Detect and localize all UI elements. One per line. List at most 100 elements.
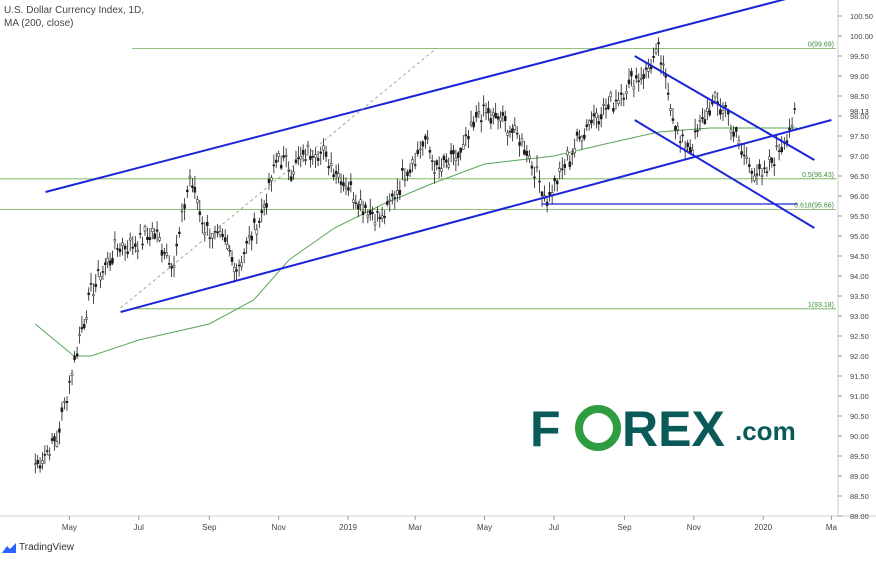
candle-body xyxy=(501,112,505,116)
candle-body xyxy=(561,168,564,171)
candle-body xyxy=(753,175,756,182)
candle-body xyxy=(398,190,402,195)
candle-body xyxy=(475,112,478,118)
candle-body xyxy=(578,136,581,139)
candle-body xyxy=(108,260,112,266)
candle-body xyxy=(82,323,86,329)
current-price-label: 98.13 xyxy=(850,107,869,116)
candle-body xyxy=(442,155,446,161)
candle-body xyxy=(780,147,783,152)
candle-body xyxy=(788,127,791,131)
candle-body xyxy=(196,199,199,204)
candle-body xyxy=(748,164,751,167)
candle-body xyxy=(218,231,222,236)
candle-body xyxy=(48,454,51,456)
candle-body xyxy=(106,257,109,263)
candle-body xyxy=(614,99,618,102)
candle-body xyxy=(53,436,56,442)
candle-body xyxy=(609,92,613,98)
candle-body xyxy=(662,63,665,66)
candle-body xyxy=(113,239,117,242)
candle-body xyxy=(68,381,71,383)
candle-body xyxy=(126,251,129,254)
price-chart-svg[interactable]: 100.50100.0099.5099.0098.5098.0097.5097.… xyxy=(0,0,876,562)
candle-body xyxy=(424,135,427,140)
candle-body xyxy=(708,110,711,116)
tradingview-attribution[interactable]: TradingView xyxy=(2,542,74,553)
candle-body xyxy=(426,137,429,140)
candle-body xyxy=(745,156,748,159)
candle-body xyxy=(319,151,323,154)
candle-body xyxy=(327,166,330,169)
candle-body xyxy=(324,151,328,157)
candle-body xyxy=(352,199,355,203)
candle-body xyxy=(46,450,49,452)
candle-body xyxy=(619,92,623,95)
candle-body xyxy=(143,226,147,232)
candle-body xyxy=(553,177,556,182)
candle-body xyxy=(492,112,495,116)
candle-body xyxy=(467,136,470,140)
candle-body xyxy=(148,237,152,241)
candle-body xyxy=(272,164,276,167)
y-tick-label: 94.00 xyxy=(850,272,869,281)
candle-body xyxy=(713,92,717,98)
candle-body xyxy=(706,107,709,112)
y-tick-label: 97.00 xyxy=(850,152,869,161)
candle-body xyxy=(693,130,697,133)
candle-body xyxy=(368,210,372,215)
candle-body xyxy=(378,216,382,220)
candle-body xyxy=(607,104,610,109)
candle-body xyxy=(701,117,704,120)
candle-body xyxy=(309,155,312,160)
candle-body xyxy=(191,185,194,188)
y-tick-label: 94.50 xyxy=(850,252,869,261)
candle-body xyxy=(175,243,178,247)
candle-body xyxy=(165,252,169,256)
symbol-title: U.S. Dollar Currency Index, 1D, xyxy=(4,5,145,16)
candle-body xyxy=(260,210,263,214)
candle-body xyxy=(775,145,778,147)
candle-body xyxy=(635,75,638,79)
candle-body xyxy=(80,327,84,330)
candle-body xyxy=(301,149,305,155)
candle-body xyxy=(274,159,278,163)
tradingview-label: TradingView xyxy=(19,542,75,553)
candle-body xyxy=(101,271,105,273)
candle-body xyxy=(141,243,144,246)
candle-body xyxy=(96,269,100,271)
candle-body xyxy=(735,127,738,132)
candle-body xyxy=(270,177,273,182)
trendline-down-channel-bottom xyxy=(634,119,815,229)
y-tick-label: 95.00 xyxy=(850,232,869,241)
candle-body xyxy=(92,294,95,297)
candle-body xyxy=(445,159,448,163)
candle-body xyxy=(221,234,224,237)
candle-body xyxy=(242,252,246,255)
candle-body xyxy=(78,334,81,336)
candle-body xyxy=(233,266,236,273)
y-tick-label: 92.00 xyxy=(850,352,869,361)
candle-body xyxy=(60,407,64,413)
candle-body xyxy=(359,199,362,205)
candle-body xyxy=(146,236,149,240)
y-tick-label: 89.00 xyxy=(850,472,869,481)
candle-body xyxy=(183,204,186,209)
candle-body xyxy=(732,131,735,137)
candle-body xyxy=(659,62,663,65)
candle-body xyxy=(41,460,44,464)
y-tick-label: 93.50 xyxy=(850,292,869,301)
candle-body xyxy=(235,269,238,272)
candle-body xyxy=(208,237,212,239)
candle-body xyxy=(94,283,98,287)
candle-body xyxy=(223,237,227,242)
candle-body xyxy=(765,171,769,174)
x-tick-label: Nov xyxy=(272,523,286,532)
candle-body xyxy=(533,176,536,179)
candle-body xyxy=(585,124,589,127)
chart-area[interactable]: 100.50 100.00 99.50 99.00 98.50 98.00 97.50 97.… xyxy=(0,0,876,562)
candle-body xyxy=(773,164,776,167)
y-tick-label: 90.00 xyxy=(850,432,869,441)
candle-body xyxy=(793,108,796,110)
candle-body xyxy=(518,142,521,146)
